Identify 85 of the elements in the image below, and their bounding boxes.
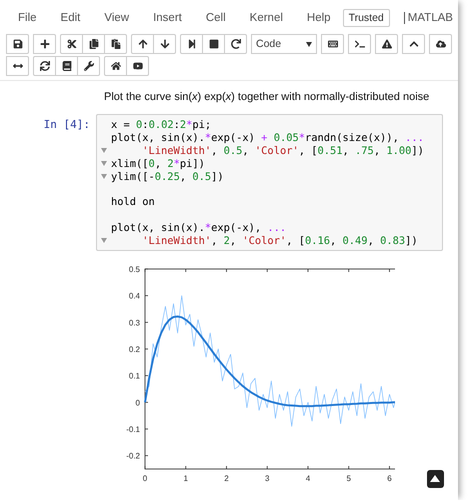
menu-item[interactable]: Kernel <box>250 12 283 24</box>
caret-icon <box>306 42 312 46</box>
wrench-icon <box>84 61 94 71</box>
paste-button[interactable] <box>104 34 127 54</box>
y-tick-label: -0.2 <box>126 452 140 461</box>
menu-item[interactable]: Insert <box>153 12 182 24</box>
fold-icon[interactable] <box>101 174 107 180</box>
paste-icon <box>110 39 120 49</box>
chevron-up-button[interactable] <box>402 34 425 54</box>
sync-icon <box>40 61 50 71</box>
save-button[interactable] <box>6 34 29 54</box>
book-icon <box>62 61 72 71</box>
input-prompt: In [4]: <box>42 117 91 133</box>
y-tick-label: -0.1 <box>126 424 140 434</box>
y-tick-label: 0.5 <box>128 264 140 274</box>
code-editor[interactable] <box>96 114 443 251</box>
cell-type-dropdown[interactable]: Code <box>251 34 317 54</box>
menu-item[interactable]: File <box>18 12 37 24</box>
code-line: xlim([0, 2*pi]) <box>111 158 205 170</box>
scissors-button[interactable] <box>60 34 83 54</box>
scroll-up-button[interactable] <box>426 470 444 488</box>
code-line: 'LineWidth', 0.5, 'Color', [0.51, .75, 1.00]) <box>141 144 424 157</box>
cloud-upload-button[interactable] <box>429 34 452 54</box>
menu-item[interactable]: Cell <box>206 12 226 24</box>
menu-item[interactable]: View <box>104 12 130 24</box>
x-tick-label: 4 <box>306 474 310 483</box>
x-tick-label: 3 <box>265 474 270 483</box>
arrow-up-icon <box>138 39 148 49</box>
code-line: plot(x, sin(x).*exp(-x), ... <box>111 222 286 234</box>
stop-button[interactable] <box>202 34 225 54</box>
code-line: 'LineWidth', 2, 'Color', [0.16, 0.49, 0.83]) <box>141 234 418 247</box>
cloud-upload-icon <box>436 39 446 49</box>
code-line: ylim([-0.25, 0.5]) <box>111 170 224 183</box>
warning-icon <box>382 39 392 49</box>
video-icon <box>132 61 142 71</box>
wrench-button[interactable] <box>77 56 100 76</box>
keyboard-button[interactable] <box>321 34 344 54</box>
x-tick-label: 5 <box>346 474 351 483</box>
fold-icon[interactable] <box>101 161 107 166</box>
x-tick-label: 6 <box>387 474 392 483</box>
arrows-horizontal-button[interactable] <box>6 56 29 76</box>
x-tick-label: 0 <box>142 474 148 483</box>
stop-icon <box>208 39 218 49</box>
step-forward-icon <box>186 39 196 49</box>
terminal-button[interactable] <box>348 34 371 54</box>
copy-button[interactable] <box>82 34 105 54</box>
scissors-icon <box>66 39 76 49</box>
save-icon <box>12 39 22 49</box>
plus-button[interactable] <box>33 34 56 54</box>
house-button[interactable] <box>104 56 127 76</box>
x-tick-label: 1 <box>184 474 188 483</box>
refresh-icon <box>230 39 240 49</box>
chevron-up-icon <box>408 39 418 49</box>
code-line: hold on <box>111 196 155 208</box>
keyboard-icon <box>328 39 338 49</box>
plus-icon <box>40 39 50 49</box>
y-tick-label: 0.1 <box>128 372 140 381</box>
copy-icon <box>88 39 98 49</box>
arrows-horizontal-icon <box>12 61 22 71</box>
warning-button[interactable] <box>375 34 398 54</box>
menu-item[interactable]: Edit <box>60 12 80 24</box>
arrow-down-icon <box>160 39 170 49</box>
step-forward-button[interactable] <box>180 34 203 54</box>
markdown-text: Plot the curve sin(x) exp(x) together with normally-distributed noise <box>104 91 430 105</box>
y-tick-label: 0 <box>136 398 140 408</box>
video-button[interactable] <box>126 56 149 76</box>
sync-button[interactable] <box>33 56 56 76</box>
triangle-up-icon <box>430 475 440 482</box>
kernel-name: MATLAB <box>404 12 453 24</box>
fold-icon[interactable] <box>101 238 107 244</box>
trusted-badge[interactable]: Trusted <box>342 9 390 27</box>
fold-icon[interactable] <box>101 148 107 154</box>
y-tick-label: 0.3 <box>128 318 140 328</box>
book-button[interactable] <box>55 56 78 76</box>
house-icon <box>110 61 120 71</box>
menu-item[interactable]: Help <box>306 12 331 24</box>
arrow-down-button[interactable] <box>153 34 176 54</box>
terminal-icon <box>354 39 364 49</box>
y-tick-label: 0.2 <box>128 344 140 354</box>
x-tick-label: 2 <box>224 474 229 483</box>
refresh-button[interactable] <box>224 34 247 54</box>
code-line: x = 0:0.02:2*pi; <box>111 119 212 132</box>
y-tick-label: 0.4 <box>128 292 140 301</box>
code-line: plot(x, sin(x).*exp(-x) + 0.05*randn(size(x)), ... <box>111 132 424 144</box>
arrow-up-button[interactable] <box>131 34 154 54</box>
